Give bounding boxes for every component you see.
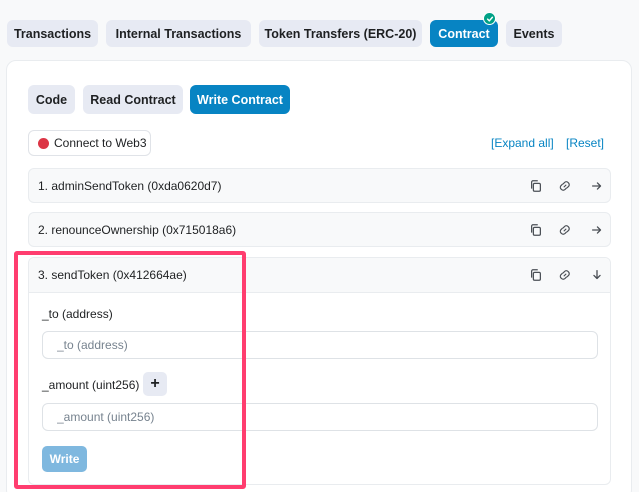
arrow-down-icon[interactable] <box>590 268 604 282</box>
subtab-write-contract[interactable]: Write Contract <box>190 85 290 114</box>
function-title: 2. renounceOwnership (0x715018a6) <box>38 223 237 237</box>
subtab-code[interactable]: Code <box>28 85 75 114</box>
expand-all-link[interactable]: [Expand all] <box>491 136 554 150</box>
tab-token-transfers[interactable]: Token Transfers (ERC-20) <box>259 20 422 47</box>
function-title: 3. sendToken (0x412664ae) <box>38 268 187 282</box>
disconnected-status-icon <box>38 137 49 149</box>
copy-icon[interactable] <box>529 179 543 193</box>
arrow-right-icon[interactable] <box>590 179 604 193</box>
write-button[interactable]: Write <box>42 446 87 472</box>
tab-transactions[interactable]: Transactions <box>7 20 98 47</box>
copy-icon[interactable] <box>529 268 543 282</box>
tab-events[interactable]: Events <box>506 20 562 47</box>
function-row-adminsendtoken[interactable]: 1. adminSendToken (0xda0620d7) <box>28 168 611 203</box>
link-icon[interactable] <box>558 179 572 193</box>
amount-label: _amount (uint256) <box>42 378 140 392</box>
to-address-input[interactable] <box>42 331 598 359</box>
to-address-label: _to (address) <box>42 307 113 321</box>
arrow-right-icon[interactable] <box>590 223 604 237</box>
connect-web3-button[interactable]: Connect to Web3 <box>28 130 151 156</box>
reset-link[interactable]: [Reset] <box>566 136 604 150</box>
subtab-read-contract[interactable]: Read Contract <box>83 85 183 114</box>
link-icon[interactable] <box>558 268 572 282</box>
add-amount-button[interactable]: + <box>143 372 167 396</box>
function-title: 1. adminSendToken (0xda0620d7) <box>38 179 222 193</box>
function-row-renounceownership[interactable]: 2. renounceOwnership (0x715018a6) <box>28 212 611 247</box>
function-row-sendtoken: 3. sendToken (0x412664ae) <box>28 257 611 485</box>
amount-input[interactable] <box>42 403 598 431</box>
copy-icon[interactable] <box>529 223 543 237</box>
verified-check-icon <box>483 12 496 25</box>
tab-internal-transactions[interactable]: Internal Transactions <box>106 20 251 47</box>
function-header-sendtoken[interactable]: 3. sendToken (0x412664ae) <box>29 258 610 293</box>
link-icon[interactable] <box>558 223 572 237</box>
connect-web3-label: Connect to Web3 <box>54 136 147 150</box>
